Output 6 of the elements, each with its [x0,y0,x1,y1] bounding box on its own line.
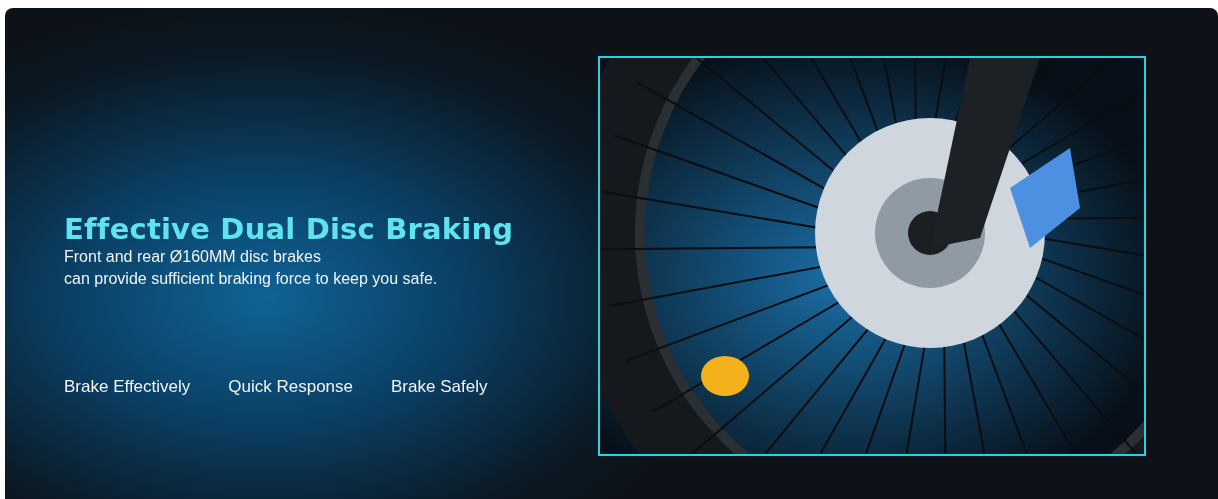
description-line: Front and rear Ø160MM disc brakes [64,247,322,268]
feature-label: Brake Effectively [64,376,191,399]
feature-label: Quick Response [228,376,354,399]
banner-title: Effective Dual Disc Braking [64,213,515,247]
description-line: can provide sufficient braking force to keep you safe. [64,269,439,290]
feature-label: Brake Safely [391,376,488,399]
